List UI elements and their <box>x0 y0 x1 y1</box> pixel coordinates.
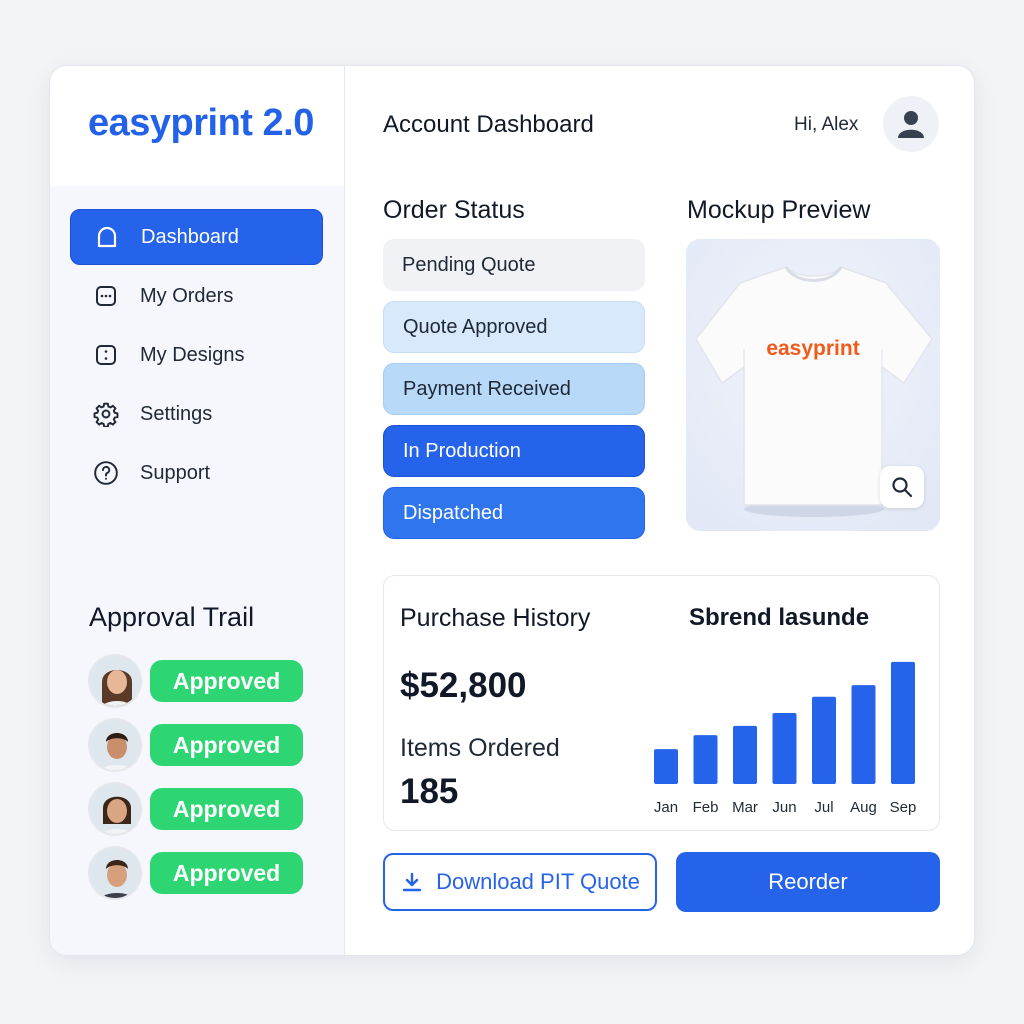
chart-title: Sbrend lasunde <box>689 604 870 631</box>
avatar <box>88 846 142 900</box>
status-badge: Approved <box>150 660 303 702</box>
avatar <box>88 782 142 836</box>
items-ordered-count: 185 <box>400 772 459 811</box>
purchase-history-title: Purchase History <box>400 604 591 632</box>
chart-bar-aug <box>851 685 876 784</box>
sidebar-item-label: Support <box>140 461 211 484</box>
mockup-preview-title: Mockup Preview <box>687 196 871 224</box>
approval-entry: Approved <box>88 713 303 777</box>
page-title: Account Dashboard <box>383 111 594 138</box>
reorder-label: Reorder <box>768 869 848 894</box>
app-window: easyprint 2.0 Dashboard My Orders My Des… <box>49 65 975 956</box>
sidebar-item-support[interactable]: Support <box>70 445 323 501</box>
designs-icon <box>92 341 120 369</box>
chart-tick-label: Aug <box>850 799 877 816</box>
approval-entry: Approved <box>88 649 303 713</box>
download-quote-label: Download PIT Quote <box>436 869 640 894</box>
status-badge: Approved <box>150 852 303 894</box>
chart-tick-label: Feb <box>693 799 719 816</box>
chart-bar-feb <box>693 735 718 784</box>
items-ordered-label: Items Ordered <box>400 734 560 762</box>
purchase-total: $52,800 <box>400 666 527 705</box>
chart-tick-label: Sep <box>890 799 917 816</box>
status-step-in-production[interactable]: In Production <box>383 425 645 477</box>
mockup-preview[interactable]: easyprint <box>686 239 940 531</box>
approval-trail-list: Approved Approved Approved Approved <box>88 649 303 905</box>
brand-area: easyprint 2.0 <box>50 66 344 186</box>
user-icon <box>897 109 925 139</box>
chart-tick-label: Mar <box>732 799 758 816</box>
status-step-quote-approved[interactable]: Quote Approved <box>383 301 645 353</box>
order-status-title: Order Status <box>383 196 525 224</box>
user-greeting: Hi, Alex <box>794 114 859 135</box>
approval-entry: Approved <box>88 841 303 905</box>
search-icon <box>891 476 913 498</box>
purchase-bar-chart: Jan Feb Mar Jun Jul Aug Sep <box>654 661 917 816</box>
status-badge: Approved <box>150 724 303 766</box>
sidebar-item-my-designs[interactable]: My Designs <box>70 327 323 383</box>
approval-trail-title: Approval Trail <box>89 602 255 632</box>
sidebar-item-label: My Orders <box>140 284 234 307</box>
sidebar-item-settings[interactable]: Settings <box>70 386 323 442</box>
sidebar-nav: Dashboard My Orders My Designs Settings … <box>70 209 323 504</box>
home-icon <box>93 223 121 251</box>
help-icon <box>92 459 120 487</box>
avatar <box>88 718 142 772</box>
user-avatar[interactable] <box>883 96 939 152</box>
chart-tick-label: Jul <box>814 799 833 816</box>
sidebar-item-my-orders[interactable]: My Orders <box>70 268 323 324</box>
gear-icon <box>92 400 120 428</box>
download-quote-button[interactable]: Download PIT Quote <box>383 853 657 911</box>
chart-bar-jan <box>654 749 678 784</box>
zoom-button[interactable] <box>880 466 924 508</box>
brand-logo[interactable]: easyprint 2.0 <box>88 102 314 145</box>
shirt-print-text: easyprint <box>766 337 860 360</box>
reorder-button[interactable]: Reorder <box>676 852 940 912</box>
chart-bar-jun <box>772 713 797 784</box>
purchase-history-card: Purchase History $52,800 Items Ordered 1… <box>383 575 940 831</box>
status-step-payment-received[interactable]: Payment Received <box>383 363 645 415</box>
sidebar: easyprint 2.0 Dashboard My Orders My Des… <box>50 66 345 955</box>
download-icon <box>400 870 424 894</box>
sidebar-item-label: Dashboard <box>141 225 239 248</box>
chart-tick-label: Jun <box>772 799 796 816</box>
status-step-pending-quote[interactable]: Pending Quote <box>383 239 645 291</box>
approval-entry: Approved <box>88 777 303 841</box>
sidebar-item-label: Settings <box>140 402 213 425</box>
main-content: Account Dashboard Hi, Alex Order Status … <box>346 66 974 955</box>
chart-bar-sep <box>891 661 915 784</box>
status-badge: Approved <box>150 788 303 830</box>
chart-tick-label: Jan <box>654 799 678 816</box>
status-step-dispatched[interactable]: Dispatched <box>383 487 645 539</box>
orders-icon <box>92 282 120 310</box>
chart-bar-mar <box>733 725 757 784</box>
avatar <box>88 654 142 708</box>
chart-bar-jul <box>812 696 836 784</box>
order-status-list: Pending Quote Quote Approved Payment Rec… <box>383 239 645 549</box>
sidebar-item-dashboard[interactable]: Dashboard <box>70 209 323 265</box>
sidebar-item-label: My Designs <box>140 343 245 366</box>
